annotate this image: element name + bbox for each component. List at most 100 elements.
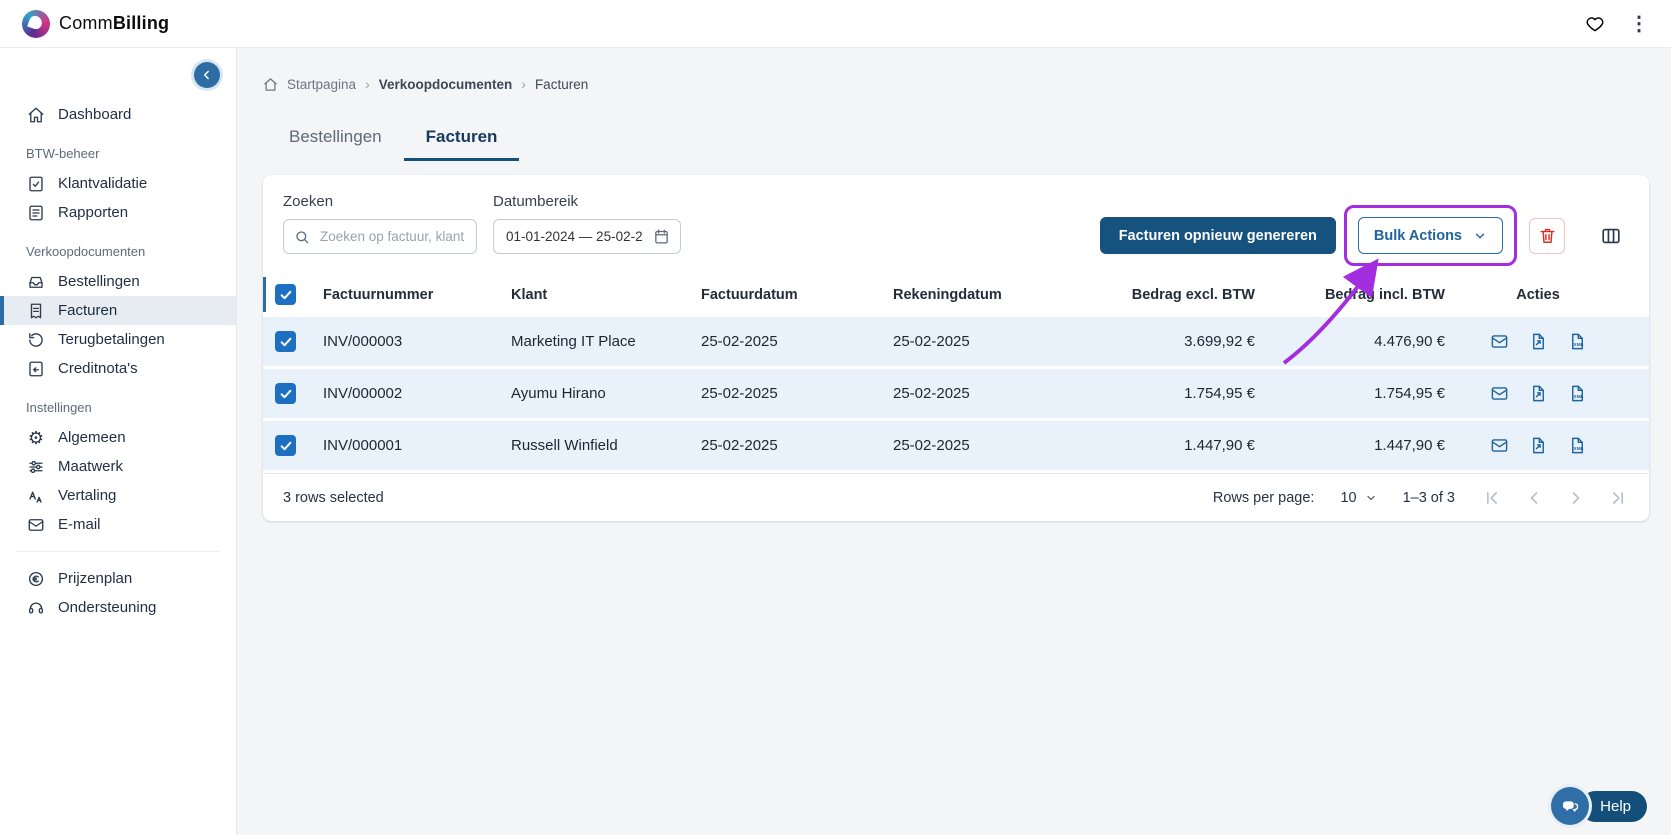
sidebar-item-label: Vertaling [58, 487, 117, 504]
client-name: Marketing IT Place [511, 333, 636, 350]
sidebar-section-verkoopdocumenten: Verkoopdocumenten [26, 244, 146, 259]
sidebar-item-bestellingen[interactable]: Bestellingen [0, 267, 236, 296]
chevron-right-icon [1566, 488, 1586, 508]
euro-circle-icon [26, 569, 46, 589]
row-checkbox[interactable] [275, 435, 296, 456]
report-icon [26, 203, 46, 223]
amount-excl-btw: 1.447,90 € [1184, 437, 1255, 454]
regenerate-invoices-button[interactable]: Facturen opnieuw genereren [1099, 217, 1336, 254]
sidebar-item-label: Terugbetalingen [58, 331, 165, 348]
sidebar-item-prijzenplan[interactable]: Prijzenplan [0, 564, 236, 593]
sidebar-item-label: Maatwerk [58, 458, 124, 475]
trash-icon [1538, 226, 1557, 245]
sidebar-item-label: Algemeen [58, 429, 126, 446]
tab-facturen[interactable]: Facturen [403, 118, 520, 161]
gear-icon: ⚙ [27, 427, 45, 448]
page-range-text: 1–3 of 3 [1402, 489, 1455, 506]
invoice-number: INV/000002 [323, 385, 403, 402]
chevron-down-icon [1473, 229, 1487, 243]
table-row: INV/000003 Marketing IT Place 25-02-2025… [263, 317, 1649, 369]
svg-text:XML: XML [1573, 342, 1583, 348]
sidebar-section-btw-beheer: BTW-beheer [26, 146, 100, 161]
column-header-klant: Klant [511, 286, 548, 303]
bulk-actions-button[interactable]: Bulk Actions [1357, 217, 1503, 254]
previous-page-button[interactable] [1523, 487, 1545, 509]
client-name: Russell Winfield [511, 437, 618, 454]
amount-excl-btw: 3.699,92 € [1184, 333, 1255, 350]
breadcrumb-startpagina[interactable]: Startpagina [287, 77, 356, 92]
chat-bubbles-icon [1551, 787, 1590, 825]
svg-text:XML: XML [1573, 394, 1583, 400]
sidebar-collapse-button[interactable] [194, 62, 220, 88]
next-page-button[interactable] [1565, 487, 1587, 509]
sidebar-item-email[interactable]: E-mail [0, 510, 236, 539]
favorites-button[interactable] [1585, 14, 1605, 34]
breadcrumb-facturen: Facturen [534, 76, 589, 92]
sidebar-item-vertaling[interactable]: Vertaling [0, 481, 236, 510]
row-checkbox[interactable] [275, 331, 296, 352]
invoice-number: INV/000003 [323, 333, 403, 350]
sidebar-item-rapporten[interactable]: Rapporten [0, 198, 236, 227]
sidebar-item-terugbetalingen[interactable]: Terugbetalingen [0, 325, 236, 354]
xml-download-button[interactable]: XML [1568, 332, 1587, 351]
first-page-icon [1482, 488, 1502, 508]
invoice-date: 25-02-2025 [701, 385, 778, 402]
columns-icon [1600, 225, 1622, 247]
send-email-button[interactable] [1490, 384, 1509, 403]
chevron-separator-icon: › [521, 76, 526, 92]
xml-file-icon: XML [1568, 384, 1587, 403]
export-file-button[interactable] [1529, 436, 1548, 455]
invoice-date: 25-02-2025 [701, 437, 778, 454]
sidebar-item-klantvalidatie[interactable]: Klantvalidatie [0, 169, 236, 198]
overflow-menu-button[interactable]: ⋮ [1629, 14, 1649, 34]
calendar-icon [653, 228, 670, 245]
sidebar: Dashboard BTW-beheer Klantvalidatie Rapp… [0, 48, 237, 835]
invoice-date: 25-02-2025 [701, 333, 778, 350]
send-email-button[interactable] [1490, 332, 1509, 351]
kebab-menu-icon: ⋮ [1629, 12, 1649, 35]
export-file-button[interactable] [1529, 384, 1548, 403]
help-button[interactable]: Help [1551, 787, 1647, 825]
delete-selected-button[interactable] [1529, 217, 1565, 254]
home-breadcrumb-icon[interactable] [263, 77, 278, 92]
table-header-row: Factuurnummer Klant Factuurdatum Rekenin… [263, 272, 1649, 317]
first-page-button[interactable] [1481, 487, 1503, 509]
sidebar-item-label: Facturen [58, 302, 118, 319]
rows-per-page-value: 10 [1340, 489, 1357, 506]
sidebar-divider [16, 551, 220, 552]
rows-per-page-select[interactable]: 10 [1340, 490, 1376, 506]
sidebar-item-label: Ondersteuning [58, 599, 157, 616]
send-email-button[interactable] [1490, 436, 1509, 455]
bulk-actions-label: Bulk Actions [1373, 227, 1462, 244]
export-file-button[interactable] [1529, 332, 1548, 351]
column-settings-button[interactable] [1593, 217, 1629, 254]
sidebar-item-algemeen[interactable]: ⚙ Algemeen [0, 423, 236, 452]
row-checkbox[interactable] [275, 383, 296, 404]
xml-download-button[interactable]: XML [1568, 436, 1587, 455]
sidebar-item-maatwerk[interactable]: Maatwerk [0, 452, 236, 481]
billing-date: 25-02-2025 [893, 333, 970, 350]
sidebar-item-creditnotas[interactable]: Creditnota's [0, 354, 236, 383]
breadcrumb-verkoopdocumenten[interactable]: Verkoopdocumenten [379, 77, 513, 92]
invoices-card: Zoeken Datumbereik [263, 175, 1649, 521]
rows-per-page-label: Rows per page: [1212, 489, 1315, 506]
sidebar-item-ondersteuning[interactable]: Ondersteuning [0, 593, 236, 622]
amount-incl-btw: 1.754,95 € [1374, 385, 1445, 402]
last-page-button[interactable] [1607, 487, 1629, 509]
xml-download-button[interactable]: XML [1568, 384, 1587, 403]
sidebar-item-facturen[interactable]: Facturen [0, 296, 236, 325]
column-header-factuurdatum: Factuurdatum [701, 286, 798, 303]
envelope-icon [1490, 384, 1509, 403]
search-input[interactable] [318, 228, 466, 245]
sidebar-item-label: Prijzenplan [58, 570, 133, 587]
table-row: INV/000001 Russell Winfield 25-02-2025 2… [263, 421, 1649, 473]
envelope-icon [1490, 436, 1509, 455]
select-all-checkbox[interactable] [275, 284, 296, 305]
tab-bestellingen[interactable]: Bestellingen [267, 118, 404, 161]
date-range-input[interactable] [504, 228, 645, 245]
column-header-factuurnummer: Factuurnummer [323, 286, 434, 303]
tab-bar: Bestellingen Facturen [263, 118, 1649, 161]
xml-file-icon: XML [1568, 436, 1587, 455]
date-range-label: Datumbereik [493, 193, 579, 210]
sidebar-item-dashboard[interactable]: Dashboard [0, 100, 236, 129]
